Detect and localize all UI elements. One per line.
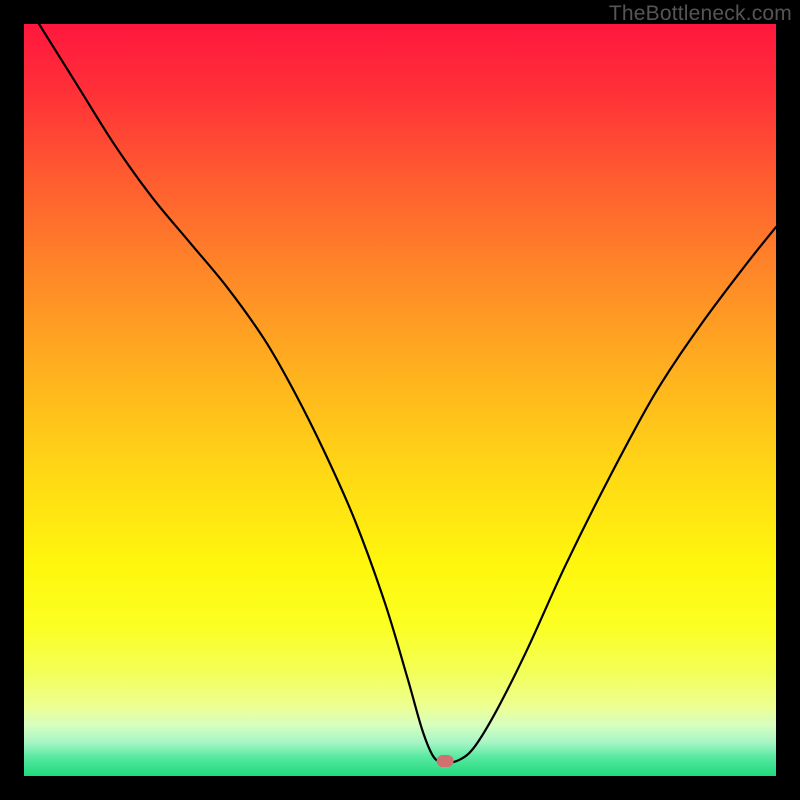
- chart-background: [24, 24, 776, 776]
- chart-frame: TheBottleneck.com: [0, 0, 800, 800]
- watermark-label: TheBottleneck.com: [609, 2, 792, 26]
- min-marker: [437, 755, 454, 767]
- chart-svg: [24, 24, 776, 776]
- plot-area: [24, 24, 776, 776]
